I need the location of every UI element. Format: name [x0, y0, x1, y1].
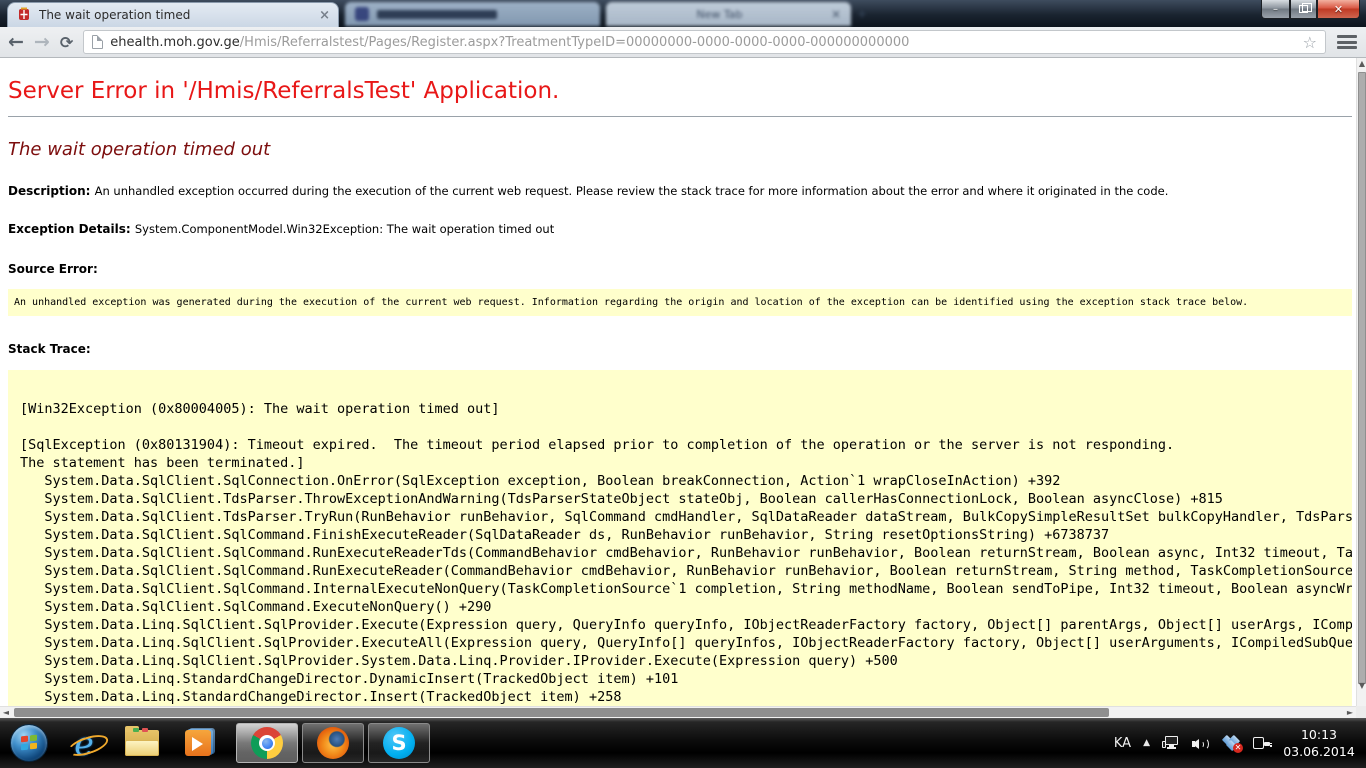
source-error-box: An unhandled exception was generated dur…: [8, 289, 1352, 316]
background-tab[interactable]: [345, 2, 600, 26]
forward-button[interactable]: →: [34, 33, 50, 52]
vertical-scrollbar-thumb[interactable]: [1358, 72, 1366, 684]
chrome-menu-button[interactable]: [1336, 33, 1358, 51]
safely-remove-hardware-icon[interactable]: [1252, 735, 1270, 751]
restore-button[interactable]: [1290, 0, 1317, 19]
back-icon: ←: [8, 31, 24, 53]
scroll-up-icon[interactable]: ▲: [1357, 58, 1366, 70]
description-text: An unhandled exception occurred during t…: [95, 184, 1169, 198]
stack-trace-label: Stack Trace:: [8, 342, 1352, 356]
desktop-screen: The wait operation timed × New Tab × + –…: [0, 0, 1366, 768]
sync-error-badge-icon: ✕: [1233, 743, 1243, 753]
bookmark-star-icon[interactable]: ☆: [1303, 33, 1317, 52]
reload-icon: ⟳: [60, 33, 73, 52]
internet-explorer-icon: e: [74, 727, 94, 760]
exception-details-text: System.ComponentModel.Win32Exception: Th…: [135, 222, 554, 236]
skype-taskbar-button[interactable]: S: [368, 723, 430, 763]
windows-flag-icon: [21, 736, 28, 743]
media-player-button[interactable]: [178, 723, 222, 763]
background-tab-favicon-icon: [355, 7, 369, 21]
address-bar[interactable]: ehealth.moh.gov.ge/Hmis/Referralstest/Pa…: [83, 30, 1326, 54]
vertical-scrollbar[interactable]: ▲ ▼: [1356, 58, 1366, 706]
new-tab-button-icon: +: [857, 7, 867, 21]
firefox-icon: [317, 727, 349, 759]
url-text: ehealth.moh.gov.ge/Hmis/Referralstest/Pa…: [110, 35, 1295, 50]
forward-icon: →: [34, 31, 50, 53]
exception-details-label: Exception Details:: [8, 222, 135, 236]
browser-titlebar: The wait operation timed × New Tab × + –…: [0, 0, 1366, 27]
background-tab-close-icon: ×: [831, 7, 841, 21]
skype-icon: S: [383, 727, 415, 759]
tab-close-icon[interactable]: ×: [319, 8, 330, 23]
page-icon: [92, 35, 103, 49]
chrome-icon: [251, 727, 283, 759]
scrollbar-corner: [1356, 706, 1366, 718]
browser-toolbar: ← → ⟳ ehealth.moh.gov.ge/Hmis/Referralst…: [0, 27, 1366, 58]
volume-icon[interactable]: [1192, 735, 1210, 751]
description-line: Description: An unhandled exception occu…: [8, 184, 1352, 198]
source-error-label: Source Error:: [8, 262, 1352, 276]
background-window-tabs: New Tab × +: [345, 2, 867, 26]
tray-expand-icon[interactable]: ▲: [1143, 738, 1150, 748]
language-indicator[interactable]: KA: [1114, 736, 1131, 751]
scroll-down-icon[interactable]: ▼: [1357, 680, 1366, 692]
active-tab[interactable]: The wait operation timed ×: [7, 2, 339, 27]
taskbar: e S KA ▲ ✕ 10:13 03.06.2014: [0, 718, 1366, 768]
chrome-taskbar-button[interactable]: [236, 723, 298, 763]
description-label: Description:: [8, 184, 95, 198]
network-icon[interactable]: [1162, 735, 1180, 751]
restore-icon: [1299, 5, 1308, 13]
window-controls: – ✕: [1261, 0, 1360, 19]
start-button[interactable]: [10, 724, 48, 762]
page-subtitle: The wait operation timed out: [8, 139, 1352, 160]
folder-icon: [125, 730, 159, 756]
url-path: /Hmis/Referralstest/Pages/Register.aspx?…: [240, 35, 910, 50]
stack-trace-box: [Win32Exception (0x80004005): The wait o…: [8, 370, 1352, 706]
reload-button[interactable]: ⟳: [60, 33, 73, 52]
taskbar-clock[interactable]: 10:13 03.06.2014: [1282, 726, 1356, 760]
sync-error-icon[interactable]: ✕: [1222, 735, 1240, 751]
minimize-button[interactable]: –: [1261, 0, 1290, 19]
clock-time: 10:13: [1282, 726, 1356, 743]
background-tab-title-blur: [377, 10, 497, 19]
system-tray: KA ▲ ✕ 10:13 03.06.2014: [1114, 726, 1366, 760]
firefox-taskbar-button[interactable]: [302, 723, 364, 763]
exception-line: Exception Details: System.ComponentModel…: [8, 222, 1352, 236]
tab-title: The wait operation timed: [39, 8, 312, 22]
background-tab-newtab[interactable]: New Tab ×: [606, 2, 851, 26]
background-tab-title: New Tab: [696, 8, 742, 21]
site-favicon-icon: [16, 7, 32, 23]
clock-date: 03.06.2014: [1282, 743, 1356, 760]
page-title: Server Error in '/Hmis/ReferralsTest' Ap…: [8, 78, 1352, 104]
internet-explorer-button[interactable]: e: [62, 723, 106, 763]
media-player-icon: [185, 728, 215, 758]
divider: [8, 116, 1352, 117]
url-host: ehealth.moh.gov.ge: [110, 35, 240, 50]
windows-explorer-button[interactable]: [120, 723, 164, 763]
error-page: Server Error in '/Hmis/ReferralsTest' Ap…: [0, 58, 1356, 706]
close-button[interactable]: ✕: [1317, 0, 1360, 19]
back-button[interactable]: ←: [8, 33, 24, 52]
horizontal-scrollbar[interactable]: ◄ ►: [0, 706, 1356, 718]
horizontal-scrollbar-thumb[interactable]: [14, 708, 1109, 717]
